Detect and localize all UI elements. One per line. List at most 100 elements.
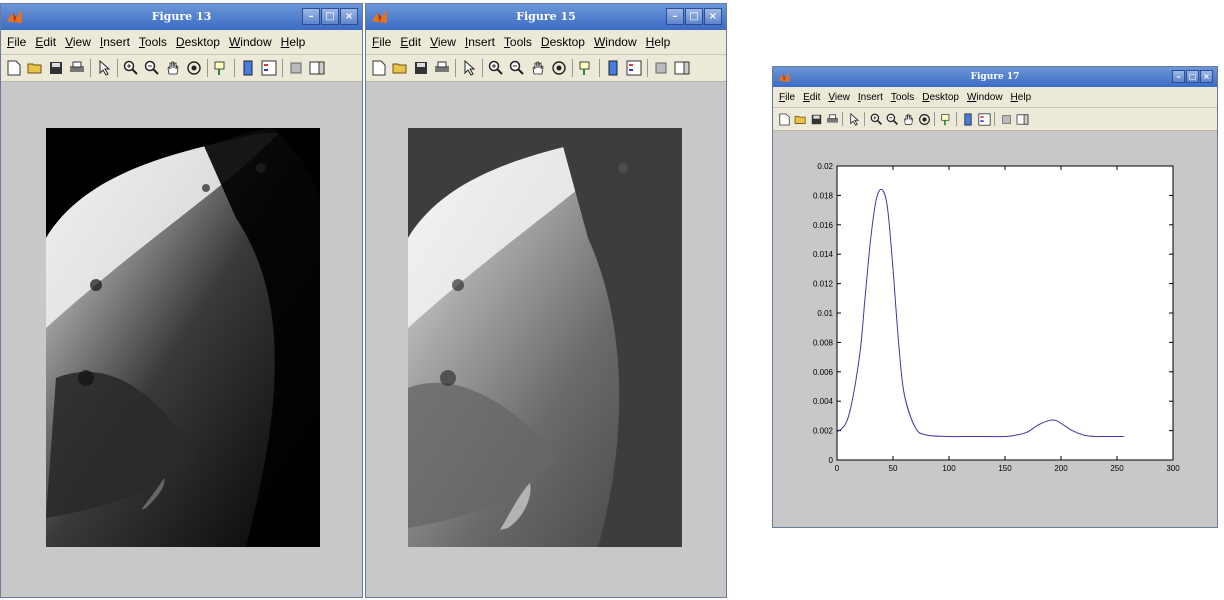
colorbar-icon[interactable] [239,59,257,77]
open-folder-icon[interactable] [391,59,409,77]
y-tick-label: 0.006 [813,368,834,377]
menu-file[interactable]: File [779,92,795,103]
x-tick-label: 300 [1166,464,1180,473]
menu-help[interactable]: Help [281,35,306,49]
menu-insert[interactable]: Insert [858,92,883,103]
rotate-3d-icon[interactable] [917,112,931,126]
print-icon[interactable] [68,59,86,77]
minimize-button[interactable]: – [666,8,684,25]
menu-file[interactable]: File [7,35,26,49]
menu-window[interactable]: Window [229,35,272,49]
toolbar-separator [599,59,600,77]
pan-hand-icon[interactable] [164,59,182,77]
title-bar[interactable]: Figure 17 – □ × [773,67,1217,87]
menu-window[interactable]: Window [967,92,1003,103]
menu-desktop[interactable]: Desktop [176,35,220,49]
print-icon[interactable] [825,112,839,126]
zoom-in-icon[interactable] [869,112,883,126]
pan-hand-icon[interactable] [529,59,547,77]
minimize-button[interactable]: – [1172,70,1185,83]
menu-insert[interactable]: Insert [100,35,130,49]
minimize-button[interactable]: – [302,8,320,25]
zoom-out-icon[interactable] [885,112,899,126]
new-file-icon[interactable] [777,112,791,126]
maximize-button[interactable]: □ [1186,70,1199,83]
arrow-pointer-icon[interactable] [460,59,478,77]
data-cursor-icon[interactable] [212,59,230,77]
zoom-in-icon[interactable] [487,59,505,77]
arrow-pointer-icon[interactable] [95,59,113,77]
window-title: Figure 17 [970,72,1020,82]
save-icon[interactable] [809,112,823,126]
toolbar-separator [842,112,843,126]
figure-canvas [366,82,726,597]
hide-plot-tools-icon[interactable] [287,59,305,77]
menu-edit[interactable]: Edit [803,92,820,103]
toolbar-separator [647,59,648,77]
menu-desktop[interactable]: Desktop [541,35,585,49]
hide-plot-tools-icon[interactable] [652,59,670,77]
legend-icon[interactable] [260,59,278,77]
rotate-3d-icon[interactable] [185,59,203,77]
close-button[interactable]: × [704,8,722,25]
colorbar-icon[interactable] [604,59,622,77]
show-plot-tools-icon[interactable] [673,59,691,77]
show-plot-tools-icon[interactable] [308,59,326,77]
toolbar-separator [90,59,91,77]
menu-edit[interactable]: Edit [400,35,421,49]
menu-edit[interactable]: Edit [35,35,56,49]
menu-view[interactable]: View [828,92,850,103]
new-file-icon[interactable] [370,59,388,77]
pan-hand-icon[interactable] [901,112,915,126]
menu-file[interactable]: File [372,35,391,49]
print-icon[interactable] [433,59,451,77]
new-file-icon[interactable] [5,59,23,77]
menu-tools[interactable]: Tools [504,35,532,49]
open-folder-icon[interactable] [26,59,44,77]
maximize-button[interactable]: □ [685,8,703,25]
y-tick-label: 0.012 [813,280,834,289]
menu-insert[interactable]: Insert [465,35,495,49]
menu-help[interactable]: Help [646,35,671,49]
show-plot-tools-icon[interactable] [1015,112,1029,126]
x-tick-label: 0 [835,464,840,473]
x-tick-label: 250 [1110,464,1124,473]
close-button[interactable]: × [340,8,358,25]
histogram-line-plot: 0 0.002 0.004 0.006 0.008 0.01 0.012 0.014 0.016… [813,162,1180,473]
toolbar-separator [455,59,456,77]
menu-desktop[interactable]: Desktop [922,92,959,103]
data-cursor-icon[interactable] [939,112,953,126]
rotate-3d-icon[interactable] [550,59,568,77]
menu-window[interactable]: Window [594,35,637,49]
toolbar-separator [956,112,957,126]
colorbar-icon[interactable] [961,112,975,126]
toolbar-separator [207,59,208,77]
save-icon[interactable] [412,59,430,77]
window-controls: – □ × [666,8,722,26]
maximize-button[interactable]: □ [321,8,339,25]
menu-view[interactable]: View [430,35,456,49]
close-button[interactable]: × [1200,70,1213,83]
title-bar[interactable]: Figure 13 – □ × [1,4,362,30]
zoom-out-icon[interactable] [508,59,526,77]
zoom-in-icon[interactable] [122,59,140,77]
menu-view[interactable]: View [65,35,91,49]
menu-tools[interactable]: Tools [891,92,914,103]
menu-tools[interactable]: Tools [139,35,167,49]
zoom-out-icon[interactable] [143,59,161,77]
title-bar[interactable]: Figure 15 – □ × [366,4,726,30]
y-tick-label: 0.018 [813,191,834,200]
legend-icon[interactable] [977,112,991,126]
figure-toolbar [1,55,362,82]
menu-help[interactable]: Help [1011,92,1032,103]
save-icon[interactable] [47,59,65,77]
toolbar-separator [282,59,283,77]
legend-icon[interactable] [625,59,643,77]
arrow-pointer-icon[interactable] [847,112,861,126]
y-tick-label: 0 [829,456,834,465]
figure-canvas [1,82,362,597]
figure-canvas: 0 0.002 0.004 0.006 0.008 0.01 0.012 0.014 0.016… [773,131,1217,527]
open-folder-icon[interactable] [793,112,807,126]
data-cursor-icon[interactable] [577,59,595,77]
hide-plot-tools-icon[interactable] [999,112,1013,126]
